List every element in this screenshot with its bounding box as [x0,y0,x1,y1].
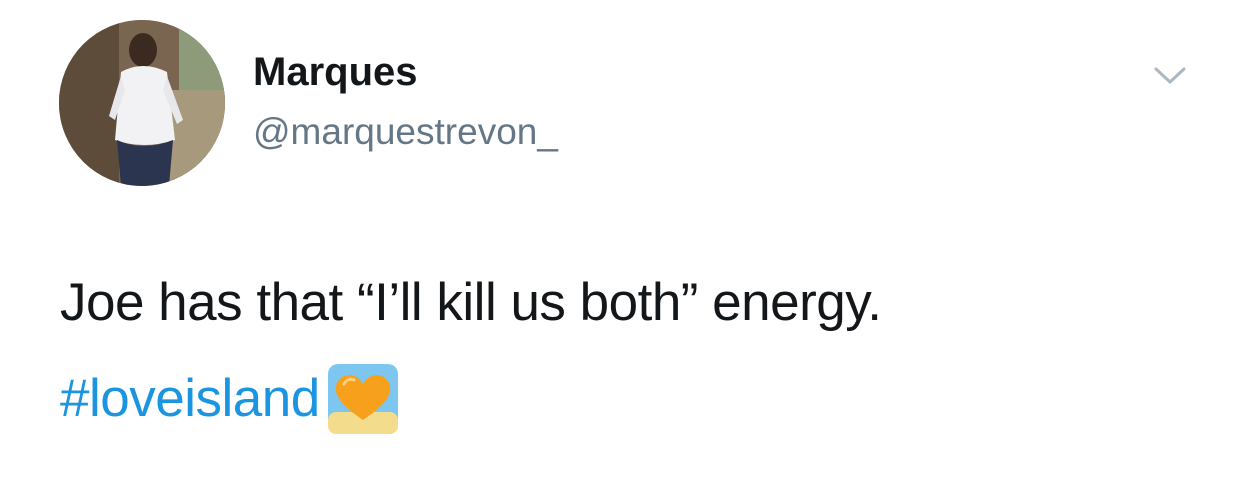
user-handle[interactable]: @marquestrevon_ [253,110,558,154]
display-name[interactable]: Marques [253,48,418,96]
avatar-photo [59,20,225,186]
avatar[interactable] [59,20,225,186]
tweet-text: Joe has that “I’ll kill us both” energy. [60,273,882,332]
hashtag-link[interactable]: #loveisland [60,368,320,430]
orange-heart-beach-icon [326,362,400,436]
tweet-card: Marques @marquestrevon_ Joe has that “I’… [0,0,1242,486]
tweet-hashtag-line: #loveisland [60,362,400,436]
chevron-down-icon[interactable] [1150,60,1190,90]
